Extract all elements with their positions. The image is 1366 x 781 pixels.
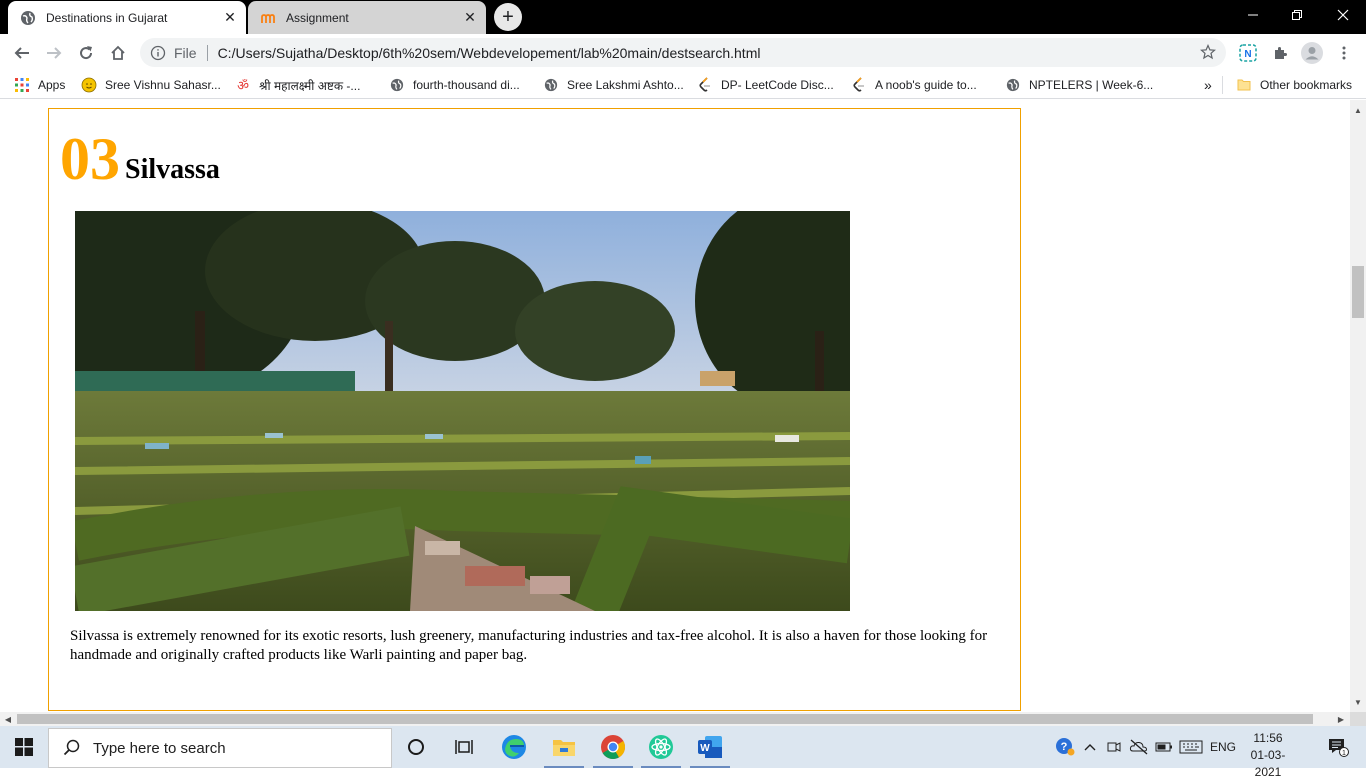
svg-text:?: ? [1061,741,1068,753]
separator [206,44,208,61]
atom-editor-icon[interactable] [637,726,685,768]
windows-start-icon[interactable] [0,726,48,768]
url-text[interactable]: C:/Users/Sujatha/Desktop/6th%20sem/Webde… [218,45,761,61]
task-view-icon[interactable] [440,726,488,768]
search-icon [63,739,80,756]
close-window-icon[interactable] [1320,0,1366,30]
tab-title: Assignment [286,10,349,25]
chevron-up-icon[interactable] [1082,726,1098,768]
bookmark-item[interactable]: Sree Lakshmi Ashto... [543,76,684,94]
bookmark-label: Apps [38,78,66,92]
destination-photo [75,211,850,611]
scroll-thumb[interactable] [17,714,1313,724]
battery-icon[interactable] [1154,726,1174,768]
menu-kebab-icon[interactable] [1332,41,1356,65]
onedrive-offline-icon[interactable] [1128,726,1150,768]
apps-grid-icon [14,77,30,93]
separator [1222,76,1223,94]
svg-text:W: W [700,743,710,754]
meet-now-icon[interactable] [1104,726,1124,768]
nimbus-extension-icon[interactable]: N [1236,41,1260,65]
scrollbar-corner [1350,712,1366,726]
scroll-left-icon[interactable]: ◀ [1,712,15,726]
svg-text:N: N [1244,49,1251,60]
destination-number: 03 [60,126,120,192]
leetcode-icon [697,77,713,93]
keyboard-icon[interactable] [1178,726,1204,768]
bookmarks-bar: Apps Sree Vishnu Sahasr... ॐ श्री महालक्… [0,71,1366,99]
destination-name: Silvassa [125,154,220,185]
minimize-icon[interactable] [1230,0,1276,30]
tab-title: Destinations in Gujarat [46,10,168,25]
cortana-icon[interactable] [392,726,440,768]
restore-icon[interactable] [1274,0,1320,30]
word-icon[interactable]: W [686,726,734,768]
extensions-puzzle-icon[interactable] [1268,41,1292,65]
system-clock[interactable]: 11:56 01-03-2021 [1238,730,1298,781]
bookmark-label: श्री महालक्ष्मी अष्टक -... [259,78,361,93]
edge-browser-icon[interactable] [490,726,538,768]
leetcode-icon [851,77,867,93]
bookmark-label: fourth-thousand di... [413,78,520,92]
taskbar-search-input[interactable]: Type here to search [48,728,392,768]
bookmark-item[interactable]: Sree Vishnu Sahasr... [81,76,221,94]
reload-icon[interactable] [72,39,100,67]
url-scheme: File [174,44,197,61]
bookmark-item[interactable]: DP- LeetCode Disc... [697,76,834,94]
bookmark-label: A noob's guide to... [875,78,977,92]
tab-destinations[interactable]: Destinations in Gujarat ✕ [8,1,246,34]
globe-icon [20,10,36,26]
bookmark-label: Sree Lakshmi Ashto... [567,78,684,92]
forward-arrow-icon[interactable] [40,39,68,67]
clock-date: 01-03-2021 [1250,748,1286,779]
tab-strip: Destinations in Gujarat ✕ Assignment ✕ + [0,0,1366,34]
new-tab-button[interactable]: + [494,3,522,31]
notification-count: 1 [1342,750,1346,757]
bookmark-label: Sree Vishnu Sahasr... [105,78,221,92]
folder-icon [1236,77,1252,93]
smiley-icon [81,77,97,93]
moodle-icon [260,10,276,26]
language-indicator[interactable]: ENG [1208,726,1238,768]
other-bookmarks-folder[interactable]: Other bookmarks [1236,76,1352,94]
windows-taskbar: Type here to search W ? ENG 11:56 01-03- [0,726,1366,779]
globe-icon [389,77,405,93]
bookmark-label: DP- LeetCode Disc... [721,78,834,92]
home-icon[interactable] [104,39,132,67]
bookmark-apps[interactable]: Apps [14,76,65,94]
horizontal-scrollbar[interactable]: ◀ ▶ [0,712,1350,726]
notification-center-icon[interactable]: 1 [1318,726,1358,768]
om-icon: ॐ [237,78,249,93]
vertical-scrollbar[interactable]: ▲ ▼ [1350,100,1366,712]
tab-assignment[interactable]: Assignment ✕ [248,1,486,34]
scroll-thumb[interactable] [1352,266,1364,318]
bookmark-item[interactable]: NPTELERS | Week-6... [1005,76,1153,94]
bookmark-item[interactable]: A noob's guide to... [851,76,977,94]
destination-card: 03 Silvassa Silvassa is extremely renown… [48,108,1021,711]
search-placeholder: Type here to search [93,739,226,757]
scroll-up-icon[interactable]: ▲ [1350,102,1366,118]
info-icon[interactable] [150,45,166,61]
bookmark-star-icon[interactable] [1200,44,1216,60]
bookmark-label: Other bookmarks [1260,78,1353,92]
profile-avatar-icon[interactable] [1300,41,1324,65]
globe-icon [543,77,559,93]
help-icon[interactable]: ? [1054,726,1076,768]
clock-time: 11:56 [1253,731,1283,745]
bookmark-item[interactable]: fourth-thousand di... [389,76,520,94]
scroll-right-icon[interactable]: ▶ [1334,712,1348,726]
scroll-down-icon[interactable]: ▼ [1350,694,1366,710]
chrome-icon[interactable] [589,726,637,768]
close-icon[interactable]: ✕ [460,8,480,28]
file-explorer-icon[interactable] [540,726,588,768]
bookmark-label: NPTELERS | Week-6... [1029,78,1154,92]
destination-description: Silvassa is extremely renowned for its e… [70,628,988,663]
page-viewport: 03 Silvassa Silvassa is extremely renown… [0,100,1350,712]
bookmarks-overflow-button[interactable]: » [1204,76,1212,94]
globe-icon [1005,77,1021,93]
address-bar[interactable]: File C:/Users/Sujatha/Desktop/6th%20sem/… [140,38,1226,67]
close-icon[interactable]: ✕ [220,8,240,28]
bookmark-item[interactable]: ॐ श्री महालक्ष्मी अष्टक -... [235,76,360,94]
back-arrow-icon[interactable] [8,39,36,67]
